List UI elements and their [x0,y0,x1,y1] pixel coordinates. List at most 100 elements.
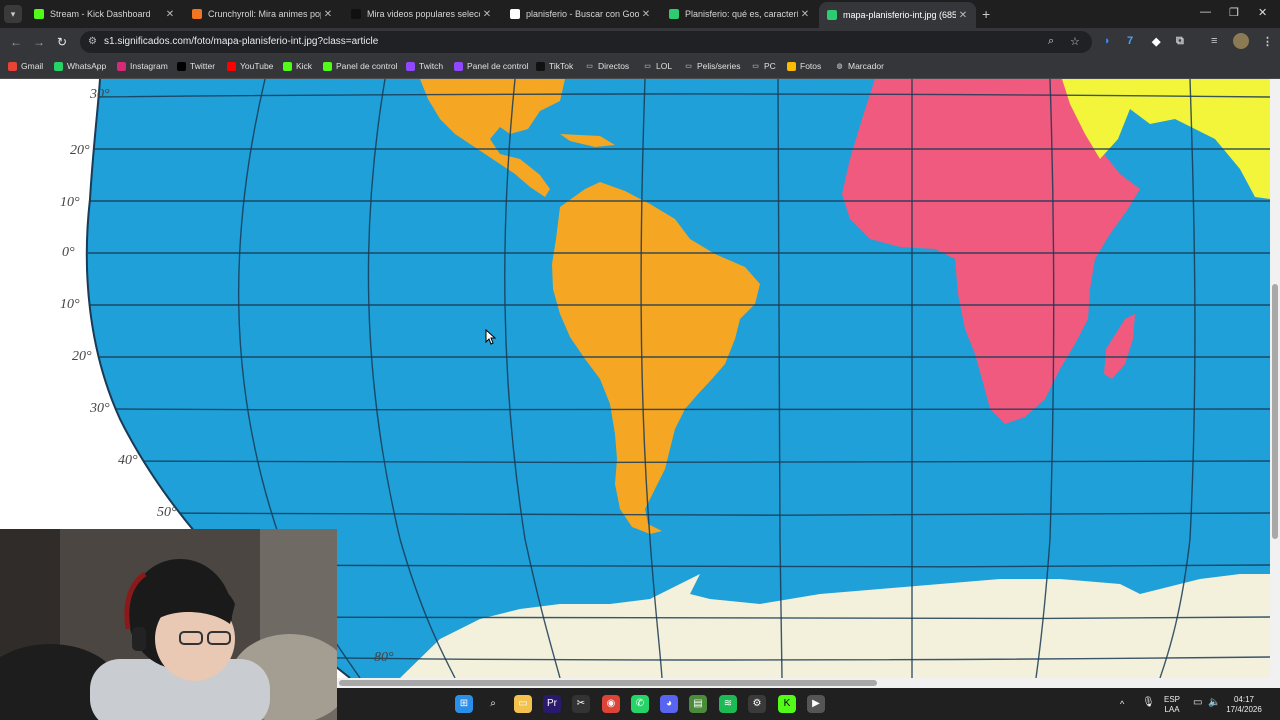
bookmark-pc[interactable]: ▭ PC [751,61,776,71]
tab-2[interactable]: Crunchyroll: Mira animes popul ✕ [184,3,341,25]
latitude-label: 0° [62,245,75,260]
latitude-label: 40° [118,453,138,468]
windows-start-icon[interactable]: ⊞ [455,695,473,713]
address-bar[interactable]: ⚙ s1.significados.com/foto/mapa-planisfe… [80,31,1092,53]
bookmark-label: LOL [656,61,673,71]
search-icon[interactable]: ⌕ [484,695,502,713]
tab-1[interactable]: Stream - Kick Dashboard ✕ [26,3,183,25]
bookmark-whatsapp[interactable]: WhatsApp [54,61,106,71]
network-icon[interactable]: ▭ [1193,698,1202,708]
folder-icon: ▭ [752,62,759,70]
kick-icon [283,61,292,71]
bookmark-star-icon[interactable]: ☆ [1070,35,1080,48]
close-window-icon[interactable]: ✕ [1258,6,1267,19]
keyboard-layout: LAA [1164,705,1180,714]
menu-kebab-icon[interactable]: ⋮ [1262,35,1273,48]
profile-avatar[interactable] [1233,33,1249,49]
tab-6[interactable]: mapa-planisferio-int.jpg (685× ✕ [819,2,976,28]
new-tab-button[interactable]: + [982,6,990,22]
bookmark-instagram[interactable]: Instagram [117,61,168,71]
bookmark-label: PC [764,61,776,71]
tab-title: Planisferio: qué es, característic [685,9,798,19]
language-indicator[interactable]: ESP LAA [1163,695,1181,715]
steam-icon[interactable]: ⚙ [748,695,766,713]
maximize-icon[interactable]: ❐ [1229,6,1239,19]
bookmark-marcador[interactable]: ◍ Marcador [835,61,883,71]
extension-diamond-icon[interactable]: ◆ [1152,35,1160,48]
instagram-icon [117,61,126,71]
capcut-icon[interactable]: ✂ [572,695,590,713]
media-player-icon[interactable]: ▶ [807,695,825,713]
globe-icon: ◍ [836,62,843,70]
bookmark-panel-de-control[interactable]: Panel de control [323,61,397,71]
gmail-icon [8,61,17,71]
bookmark-label: TikTok [549,61,574,71]
vertical-scrollbar[interactable] [1270,79,1280,678]
tab-close-icon[interactable]: ✕ [163,9,177,20]
tab-close-icon[interactable]: ✕ [480,9,494,20]
file-explorer-icon[interactable]: ▭ [514,695,532,713]
bookmark-label: Gmail [21,61,44,71]
x-icon [177,61,186,71]
bookmark-directos[interactable]: ▭ Directos [585,61,629,71]
tab-close-icon[interactable]: ✕ [639,9,653,20]
bookmark-twitter[interactable]: Twitter [177,61,215,71]
windows-taskbar: ⊞ ⌕ ▭ Pr ✂ ◉ ✆ ◕ ▤ ≋ ⚙ K ▶ ^ 🎙 ESP LAA ▭ 🔈 04:17 17/… [337,688,1280,720]
site-info-icon[interactable]: ⚙ [88,36,97,47]
forward-button[interactable]: → [33,35,45,49]
bookmark-label: WhatsApp [67,61,107,71]
url-text[interactable]: s1.significados.com/foto/mapa-planisferi… [104,36,378,47]
tiktok-icon [536,61,545,71]
minimize-icon[interactable]: — [1200,6,1211,18]
bookmark-label: YouTube [240,61,274,71]
bookmark-kick[interactable]: Kick [283,61,312,71]
premiere-icon[interactable]: Pr [543,695,561,713]
bookmark-twitch[interactable]: Twitch [406,61,443,71]
chrome-icon[interactable]: ◉ [602,695,620,713]
bookmark-label: Instagram [130,61,168,71]
volume-icon[interactable]: 🔈 [1208,698,1220,708]
twitch-icon [454,61,463,71]
tab-4[interactable]: planisferio - Buscar con Google✕ [502,3,659,25]
bookmark-gmail[interactable]: Gmail [8,61,43,71]
reload-button[interactable]: ↻ [57,35,67,49]
bookmark-youtube[interactable]: YouTube [227,61,273,71]
latitude-label: 10° [60,195,80,210]
clock[interactable]: 04:17 17/4/2026 [1225,695,1263,715]
tab-close-icon[interactable]: ✕ [321,9,335,20]
kick-icon[interactable]: K [778,695,796,713]
bookmark-fotos[interactable]: Fotos [787,61,821,71]
microphone-icon[interactable]: 🎙 [1142,698,1155,708]
bookmark-lol[interactable]: ▭ LOL [643,61,672,71]
vertical-scroll-thumb[interactable] [1272,284,1278,539]
tab-search-button[interactable]: ▾ [4,5,22,23]
tray-overflow-icon[interactable]: ^ [1120,699,1124,709]
spotify-icon[interactable]: ≋ [719,695,737,713]
bookmark-label: Fotos [800,61,822,71]
bookmark-pelis-series[interactable]: ▭ Pelis/series [684,61,740,71]
discord-icon[interactable]: ◕ [660,695,678,713]
tab-title: Stream - Kick Dashboard [50,9,151,19]
media-controls-icon[interactable]: ≡ [1211,35,1217,47]
bookmark-panel-de-control[interactable]: Panel de control [454,61,528,71]
tab-title: Crunchyroll: Mira animes popul [208,9,321,19]
browser-toolbar: ← → ↻ ⚙ s1.significados.com/foto/mapa-pl… [0,28,1280,56]
tab-close-icon[interactable]: ✕ [798,9,812,20]
app-icon[interactable]: ▤ [689,695,707,713]
horizontal-scrollbar[interactable] [337,678,1280,688]
whatsapp-icon[interactable]: ✆ [631,695,649,713]
bookmark-tiktok[interactable]: TikTok [536,61,573,71]
extension-translate-icon[interactable]: 7 [1127,35,1133,47]
tab-close-icon[interactable]: ✕ [956,10,970,21]
horizontal-scroll-thumb[interactable] [339,680,877,686]
extension-icon[interactable]: ◗ [1104,35,1111,47]
photos-icon [787,61,796,71]
bookmark-label: Twitch [419,61,444,71]
streamer-webcam-image [0,529,337,720]
back-button[interactable]: ← [10,35,22,49]
extensions-puzzle-icon[interactable]: ⧉ [1176,35,1184,48]
tab-3[interactable]: Mira videos populares seleccio ✕ [343,3,500,25]
folder-icon: ▭ [586,62,593,70]
tab-5[interactable]: Planisferio: qué es, característic✕ [661,3,818,25]
zoom-icon[interactable]: ⌕ [1048,35,1054,48]
